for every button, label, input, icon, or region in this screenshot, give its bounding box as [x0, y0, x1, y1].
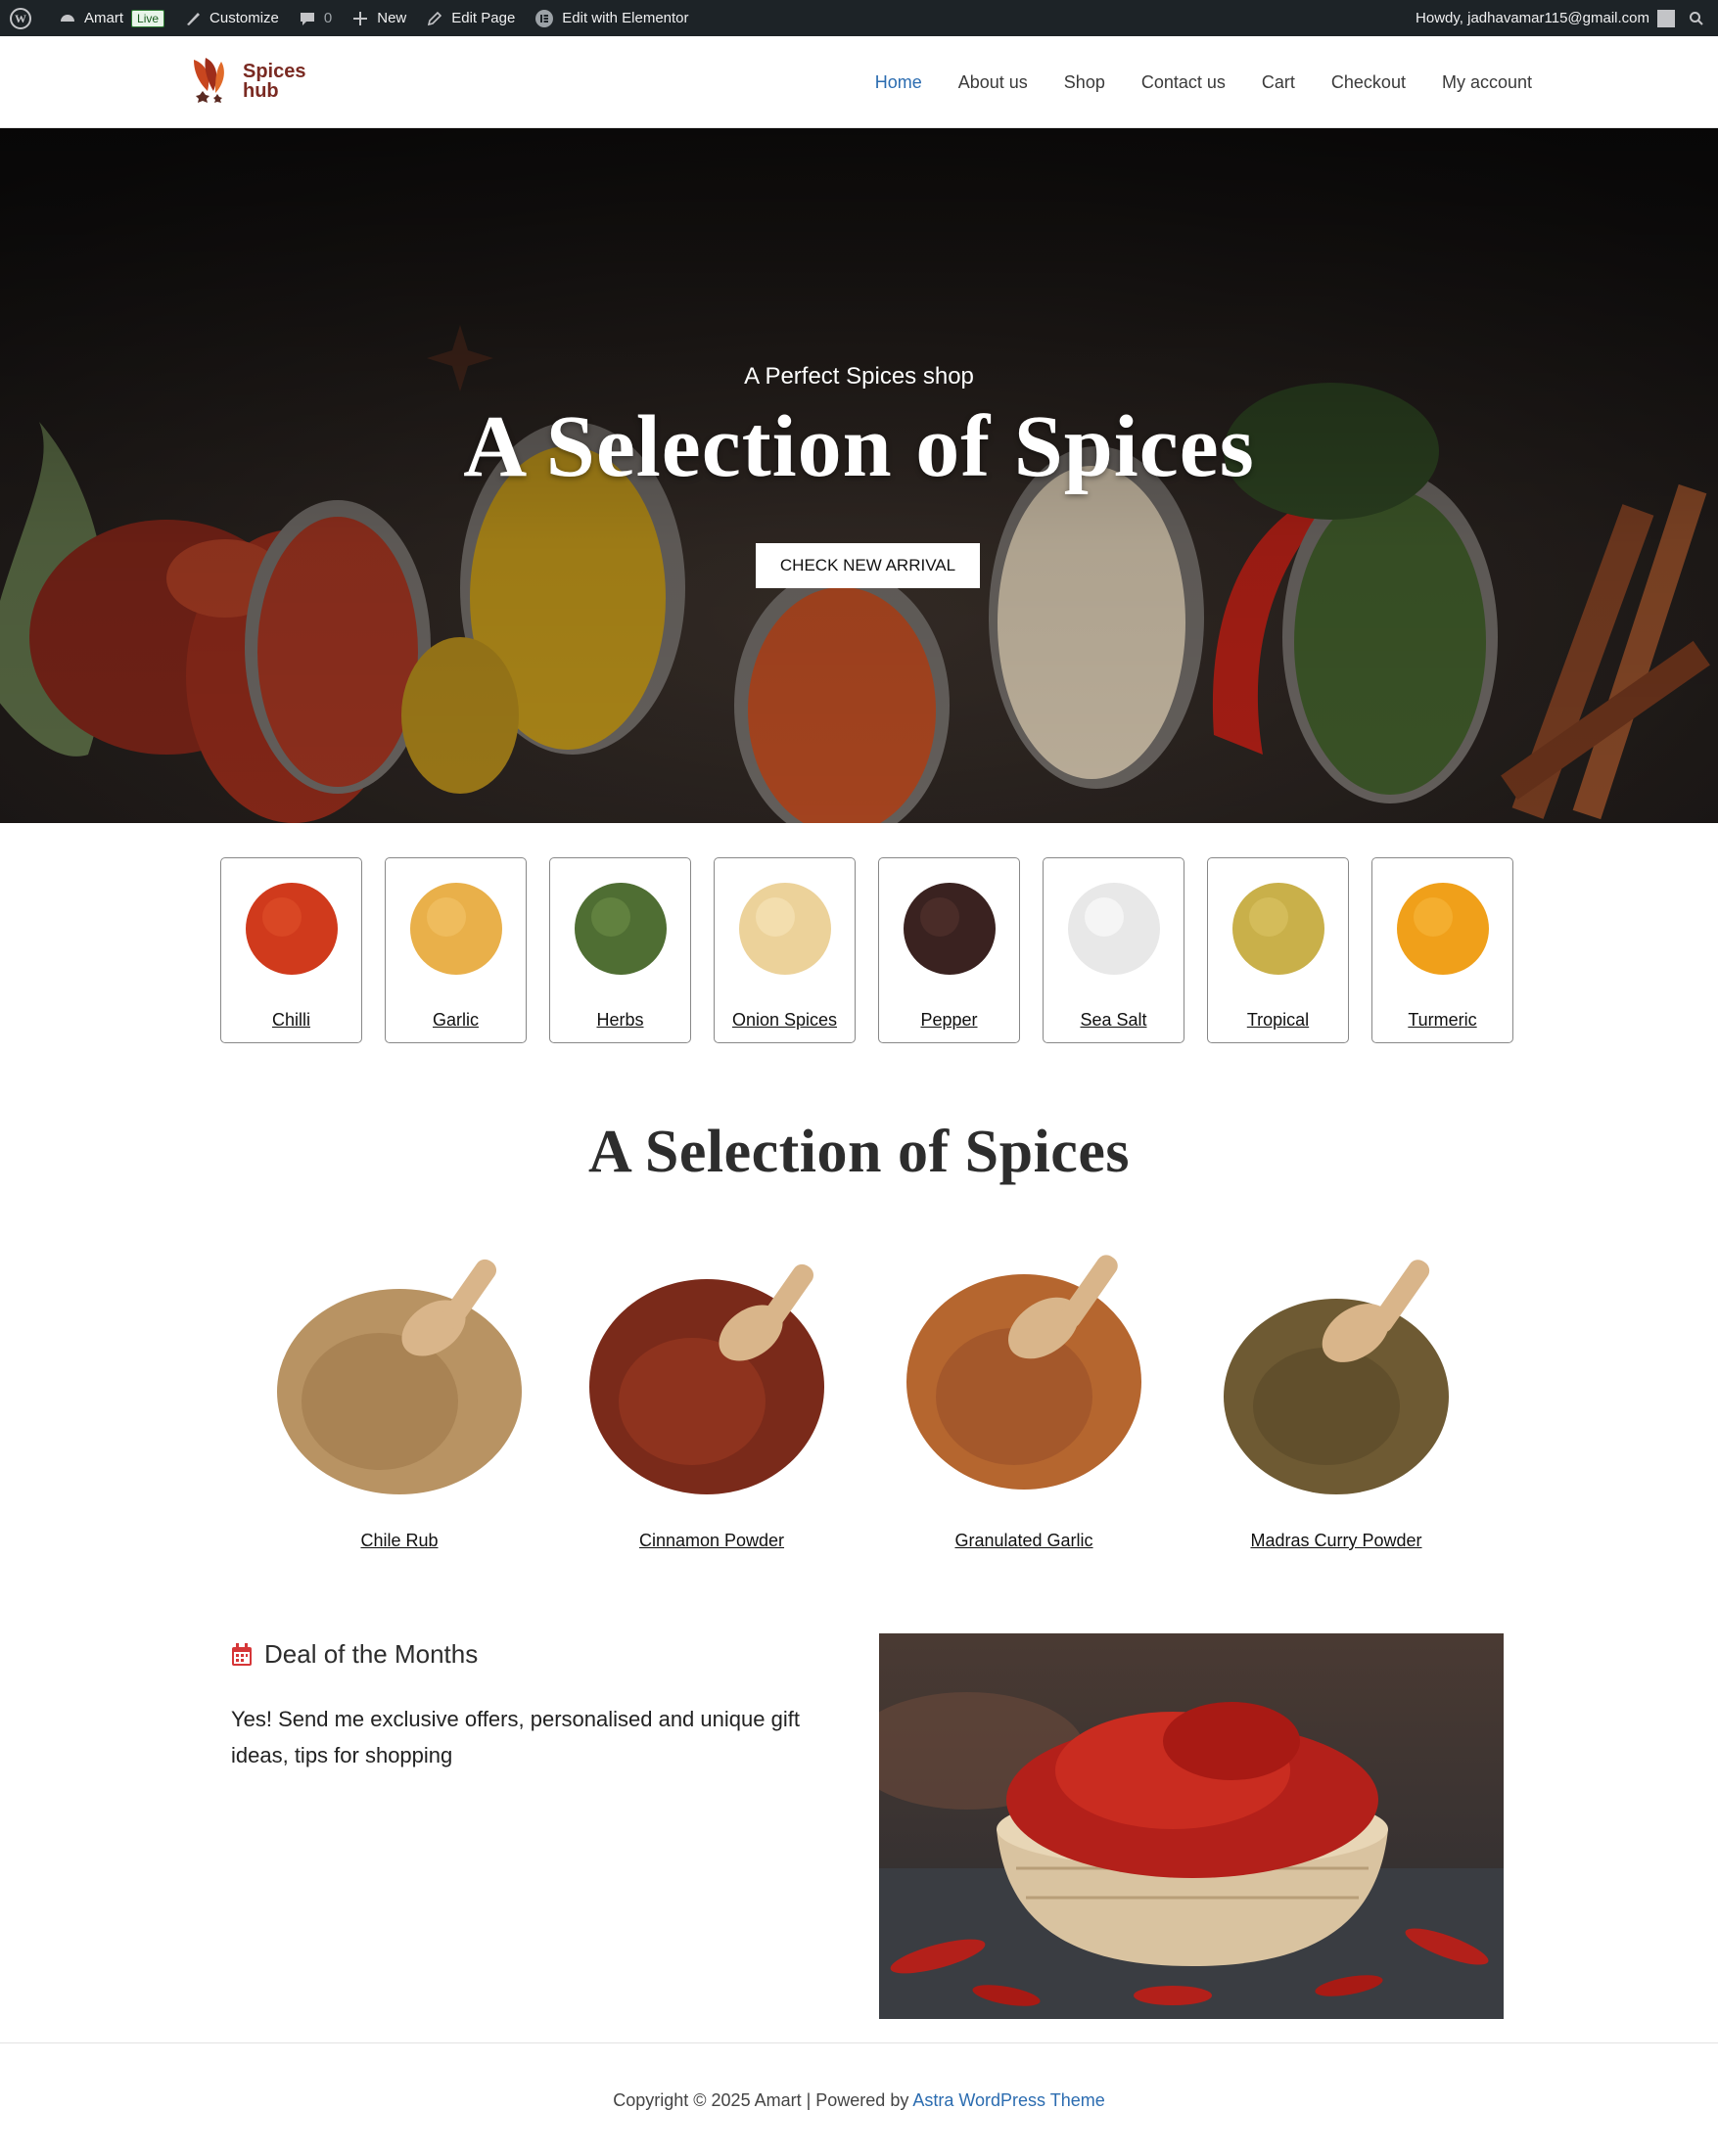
category-card-tropical[interactable]: Tropical — [1207, 857, 1349, 1043]
logo-text: Spices hub — [243, 62, 305, 101]
category-card-sea-salt[interactable]: Sea Salt — [1043, 857, 1184, 1043]
nav-my-account[interactable]: My account — [1442, 72, 1532, 93]
category-label[interactable]: Sea Salt — [1044, 1010, 1184, 1031]
hero-banner: A Perfect Spices shop A Selection of Spi… — [0, 128, 1718, 823]
category-image — [1383, 869, 1502, 987]
wp-admin-bar: W Amart Live Customize 0 New Edit Page E… — [0, 0, 1718, 36]
category-card-onion-spices[interactable]: Onion Spices — [714, 857, 856, 1043]
product-card-cinnamon-powder[interactable]: Cinnamon Powder — [575, 1235, 849, 1558]
calendar-icon — [232, 1642, 252, 1666]
dashboard-icon — [61, 14, 74, 22]
product-card-madras-curry-powder[interactable]: Madras Curry Powder — [1199, 1235, 1473, 1558]
nav-home[interactable]: Home — [875, 72, 922, 93]
comment-icon — [300, 12, 314, 25]
comments-count: 0 — [323, 10, 333, 26]
edit-elementor-label: Edit with Elementor — [562, 10, 689, 26]
category-image — [725, 869, 844, 987]
howdy-text: Howdy, jadhavamar115@gmail.com — [1416, 10, 1649, 26]
category-card-garlic[interactable]: Garlic — [385, 857, 527, 1043]
product-image — [906, 1255, 1141, 1490]
product-title[interactable]: Cinnamon Powder — [575, 1531, 849, 1551]
nav-checkout[interactable]: Checkout — [1331, 72, 1406, 93]
my-account-menu[interactable]: Howdy, jadhavamar115@gmail.com — [1406, 0, 1679, 36]
product-card-chile-rub[interactable]: Chile Rub — [262, 1235, 536, 1558]
product-image — [277, 1259, 522, 1494]
edit-page-label: Edit Page — [451, 10, 516, 26]
category-image — [1219, 869, 1337, 987]
edit-elementor-link[interactable]: Edit with Elementor — [525, 0, 698, 36]
live-badge: Live — [131, 9, 165, 27]
category-card-herbs[interactable]: Herbs — [549, 857, 691, 1043]
category-image — [232, 869, 350, 987]
new-content-menu[interactable]: New — [342, 0, 416, 36]
site-header: Spices hub Home About us Shop Contact us… — [0, 36, 1718, 128]
category-label[interactable]: Onion Spices — [715, 1010, 855, 1031]
site-name-menu[interactable]: Amart Live — [49, 0, 174, 36]
category-label[interactable]: Garlic — [386, 1010, 526, 1031]
nav-cart[interactable]: Cart — [1262, 72, 1295, 93]
product-image — [1224, 1260, 1449, 1494]
section-title: A Selection of Spices — [588, 1119, 1130, 1185]
site-logo[interactable]: Spices hub — [186, 54, 305, 109]
plus-icon — [353, 11, 368, 25]
customize-link[interactable]: Customize — [174, 0, 289, 36]
svg-text:W: W — [15, 12, 26, 25]
edit-page-link[interactable]: Edit Page — [416, 0, 525, 36]
deal-heading: Deal of the Months — [231, 1639, 478, 1670]
footer-divider — [0, 2042, 1718, 2043]
site-name: Amart — [84, 10, 124, 26]
comments-link[interactable]: 0 — [289, 0, 342, 36]
search-icon[interactable] — [1679, 0, 1718, 36]
nav-contact-us[interactable]: Contact us — [1141, 72, 1226, 93]
pencil-icon — [428, 11, 442, 25]
hero-subtitle: A Perfect Spices shop — [744, 363, 974, 390]
hero-title: A Selection of Spices — [463, 398, 1255, 495]
nav-shop[interactable]: Shop — [1064, 72, 1105, 93]
nav-about-us[interactable]: About us — [958, 72, 1028, 93]
product-title[interactable]: Granulated Garlic — [887, 1531, 1161, 1551]
category-label[interactable]: Chilli — [221, 1010, 361, 1031]
deal-description: Yes! Send me exclusive offers, personali… — [231, 1707, 800, 1767]
category-label[interactable]: Herbs — [550, 1010, 690, 1031]
category-card-pepper[interactable]: Pepper — [878, 857, 1020, 1043]
category-image — [396, 869, 515, 987]
customize-label: Customize — [209, 10, 279, 26]
check-new-arrival-button[interactable]: CHECK NEW ARRIVAL — [756, 543, 980, 588]
product-image — [589, 1263, 824, 1494]
logo-line-1: Spices — [243, 61, 306, 82]
dried-chillies-image — [879, 1633, 1504, 2019]
category-card-chilli[interactable]: Chilli — [220, 857, 362, 1043]
new-label: New — [377, 10, 407, 26]
category-image — [890, 869, 1008, 987]
avatar — [1657, 9, 1675, 27]
category-label[interactable]: Turmeric — [1372, 1010, 1512, 1031]
logo-line-2: hub — [243, 80, 279, 102]
brush-icon — [187, 12, 201, 25]
wordpress-logo-icon[interactable]: W — [0, 0, 49, 36]
deal-title: Deal of the Months — [264, 1639, 479, 1669]
category-label[interactable]: Tropical — [1208, 1010, 1348, 1031]
category-image — [561, 869, 679, 987]
category-image — [1054, 869, 1173, 987]
astra-theme-link[interactable]: Astra WordPress Theme — [912, 2090, 1104, 2110]
category-card-turmeric[interactable]: Turmeric — [1371, 857, 1513, 1043]
category-list: Chilli Garlic Herbs Onion Spices Pepper … — [220, 857, 1513, 1043]
category-label[interactable]: Pepper — [879, 1010, 1019, 1031]
primary-nav: Home About us Shop Contact us Cart Check… — [875, 36, 1532, 128]
elementor-icon — [535, 9, 554, 27]
site-footer: Copyright © 2025 Amart | Powered by Astr… — [0, 2090, 1718, 2111]
product-card-granulated-garlic[interactable]: Granulated Garlic — [887, 1235, 1161, 1558]
spices-hub-logo-icon — [194, 58, 224, 103]
product-title[interactable]: Chile Rub — [262, 1531, 536, 1551]
product-title[interactable]: Madras Curry Powder — [1199, 1531, 1473, 1551]
copyright-text: Copyright © 2025 Amart | Powered by — [613, 2090, 913, 2110]
